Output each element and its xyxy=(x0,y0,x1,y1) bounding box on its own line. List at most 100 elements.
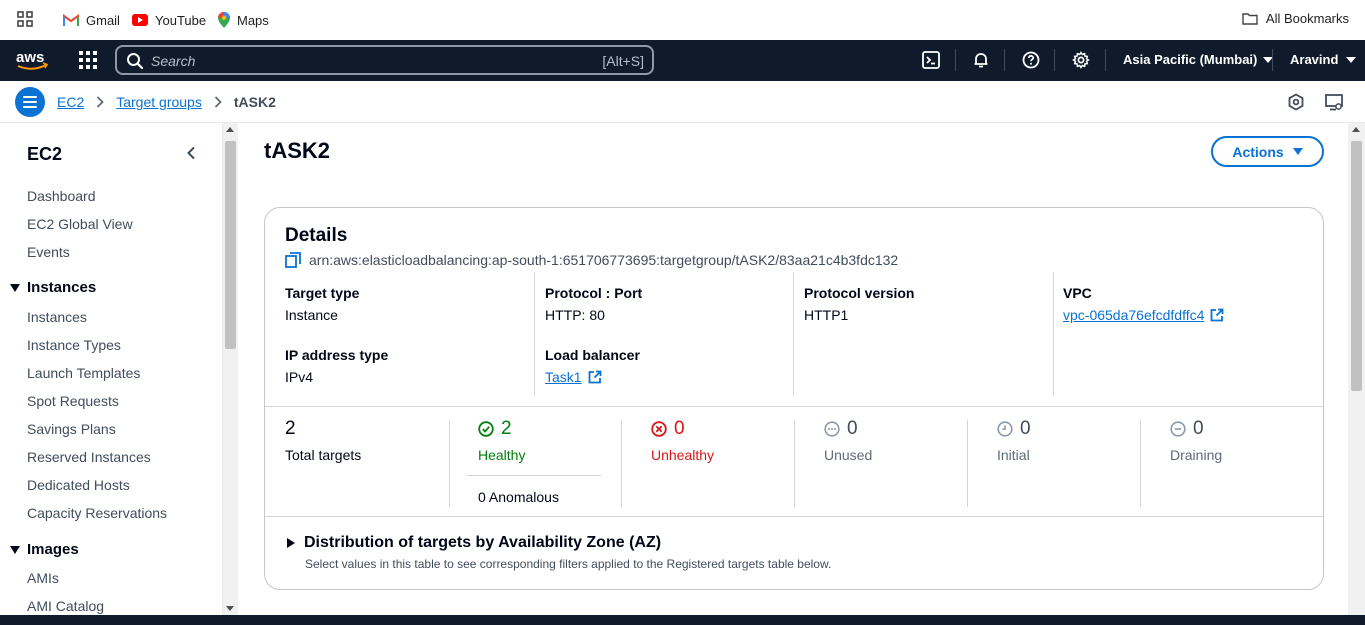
sidebar-scrollbar[interactable] xyxy=(223,123,238,615)
caret-down-icon xyxy=(10,545,20,554)
distribution-expander[interactable]: Distribution of targets by Availability … xyxy=(287,534,661,552)
sidebar-item-spot-requests[interactable]: Spot Requests xyxy=(27,393,119,409)
stat-divider xyxy=(967,420,968,507)
arn-row: arn:aws:elasticloadbalancing:ap-south-1:… xyxy=(285,252,898,268)
stat-divider xyxy=(449,420,450,507)
gmail-icon xyxy=(63,13,79,27)
distribution-description: Select values in this table to see corre… xyxy=(305,557,832,571)
nav-divider xyxy=(1054,49,1055,71)
gear-icon[interactable] xyxy=(1072,51,1090,69)
region-selector[interactable]: Asia Pacific (Mumbai) xyxy=(1123,52,1274,67)
sidebar-item-dedicated-hosts[interactable]: Dedicated Hosts xyxy=(27,477,130,493)
search-shortcut: [Alt+S] xyxy=(602,53,644,69)
page-title: tASK2 xyxy=(264,138,331,163)
cloudshell-icon[interactable] xyxy=(922,51,940,69)
breadcrumb-target-groups[interactable]: Target groups xyxy=(116,94,202,110)
clock-icon xyxy=(997,421,1013,437)
breadcrumb: EC2 Target groups tASK2 xyxy=(57,94,276,110)
stat-value-row: 0 xyxy=(651,418,685,440)
column-divider xyxy=(793,272,794,396)
scrollbar-thumb[interactable] xyxy=(225,141,236,349)
sidebar-item-capacity-reservations[interactable]: Capacity Reservations xyxy=(27,505,167,521)
anomalous-divider xyxy=(467,475,601,476)
x-circle-icon xyxy=(651,421,667,437)
screen-gear-icon[interactable] xyxy=(1325,93,1343,111)
chevron-left-icon[interactable] xyxy=(186,146,196,160)
sidebar-section-images[interactable]: Images xyxy=(10,541,79,558)
stat-value-row: 0 xyxy=(997,418,1031,440)
chevron-right-icon xyxy=(214,96,222,108)
column-divider xyxy=(534,272,535,396)
scroll-up-arrow-icon[interactable] xyxy=(226,127,234,132)
sidebar-item-instances[interactable]: Instances xyxy=(27,309,87,325)
bookmark-label: Maps xyxy=(237,12,269,28)
bookmark-gmail[interactable]: Gmail xyxy=(63,11,120,29)
hexagon-settings-icon[interactable] xyxy=(1287,93,1305,111)
apps-grid-icon[interactable] xyxy=(17,11,33,27)
all-bookmarks-label: All Bookmarks xyxy=(1265,11,1349,26)
section-divider xyxy=(265,406,1323,407)
section-divider xyxy=(265,516,1323,517)
search-input[interactable]: Search [Alt+S] xyxy=(115,45,654,75)
sidebar-item-reserved-instances[interactable]: Reserved Instances xyxy=(27,449,151,465)
stat-label: Healthy xyxy=(478,447,526,463)
scroll-down-arrow-icon[interactable] xyxy=(226,606,234,611)
account-menu[interactable]: Aravind xyxy=(1290,52,1357,67)
caret-right-icon xyxy=(287,538,295,548)
side-navigation: EC2 Dashboard EC2 Global View Events Ins… xyxy=(0,123,223,615)
side-nav-toggle[interactable] xyxy=(15,87,45,117)
sidebar-item-dashboard[interactable]: Dashboard xyxy=(27,188,96,204)
minus-circle-icon xyxy=(1170,421,1186,437)
bell-icon[interactable] xyxy=(972,51,990,69)
check-circle-icon xyxy=(478,421,494,437)
bookmark-label: YouTube xyxy=(155,12,207,28)
sidebar-item-launch-templates[interactable]: Launch Templates xyxy=(27,365,140,381)
hamburger-icon-line xyxy=(23,101,37,103)
actions-button[interactable]: Actions xyxy=(1211,136,1324,167)
sidebar-item-ec2-global-view[interactable]: EC2 Global View xyxy=(27,216,133,232)
anomalous-count: 0 Anomalous xyxy=(478,489,559,505)
caret-down-icon xyxy=(1292,148,1303,155)
protocol-version-label: Protocol version xyxy=(804,285,915,301)
bookmark-maps[interactable]: Maps xyxy=(218,11,269,29)
sidebar-item-amis[interactable]: AMIs xyxy=(27,570,59,586)
aws-logo[interactable]: aws xyxy=(15,48,49,72)
ip-address-type-value: IPv4 xyxy=(285,369,314,385)
nav-divider xyxy=(1272,49,1273,71)
caret-down-icon xyxy=(10,283,20,292)
sidebar-section-label: Instances xyxy=(27,279,97,296)
stat-divider xyxy=(794,420,795,507)
scroll-up-arrow-icon[interactable] xyxy=(1352,127,1360,132)
breadcrumb-bar: EC2 Target groups tASK2 xyxy=(0,81,1365,123)
load-balancer-link[interactable]: Task1 xyxy=(545,369,602,385)
services-menu-icon[interactable] xyxy=(79,51,97,69)
copy-icon[interactable] xyxy=(285,252,301,268)
sidebar-section-instances[interactable]: Instances xyxy=(10,279,96,296)
sidebar-item-events[interactable]: Events xyxy=(27,244,70,260)
sidebar-item-savings-plans[interactable]: Savings Plans xyxy=(27,421,116,437)
page-scrollbar[interactable] xyxy=(1348,123,1365,615)
stat-label: Unhealthy xyxy=(651,447,715,463)
sidebar-title[interactable]: EC2 xyxy=(27,144,62,165)
stat-value: 0 xyxy=(847,418,858,439)
breadcrumb-ec2[interactable]: EC2 xyxy=(57,94,84,110)
stat-value-row: 0 xyxy=(1170,418,1204,440)
maps-icon xyxy=(218,12,230,28)
sidebar-section-label: Images xyxy=(27,541,79,558)
arn-value: arn:aws:elasticloadbalancing:ap-south-1:… xyxy=(309,252,899,268)
hamburger-icon xyxy=(23,96,37,98)
column-divider xyxy=(1053,272,1054,396)
bookmark-label: Gmail xyxy=(86,12,120,28)
vpc-link[interactable]: vpc-065da76efcdfdffc4 xyxy=(1063,307,1224,323)
stat-value: 2 xyxy=(285,418,296,439)
hamburger-icon-line xyxy=(23,106,37,108)
stat-value: 0 xyxy=(1020,418,1031,439)
all-bookmarks[interactable]: All Bookmarks xyxy=(1242,11,1349,26)
bookmark-youtube[interactable]: YouTube xyxy=(132,11,206,29)
sidebar-item-instance-types[interactable]: Instance Types xyxy=(27,337,121,353)
sidebar-item-ami-catalog[interactable]: AMI Catalog xyxy=(27,598,104,614)
scrollbar-thumb[interactable] xyxy=(1351,141,1362,391)
search-icon xyxy=(126,52,144,70)
help-icon[interactable] xyxy=(1022,51,1040,69)
distribution-title: Distribution of targets by Availability … xyxy=(304,534,662,551)
